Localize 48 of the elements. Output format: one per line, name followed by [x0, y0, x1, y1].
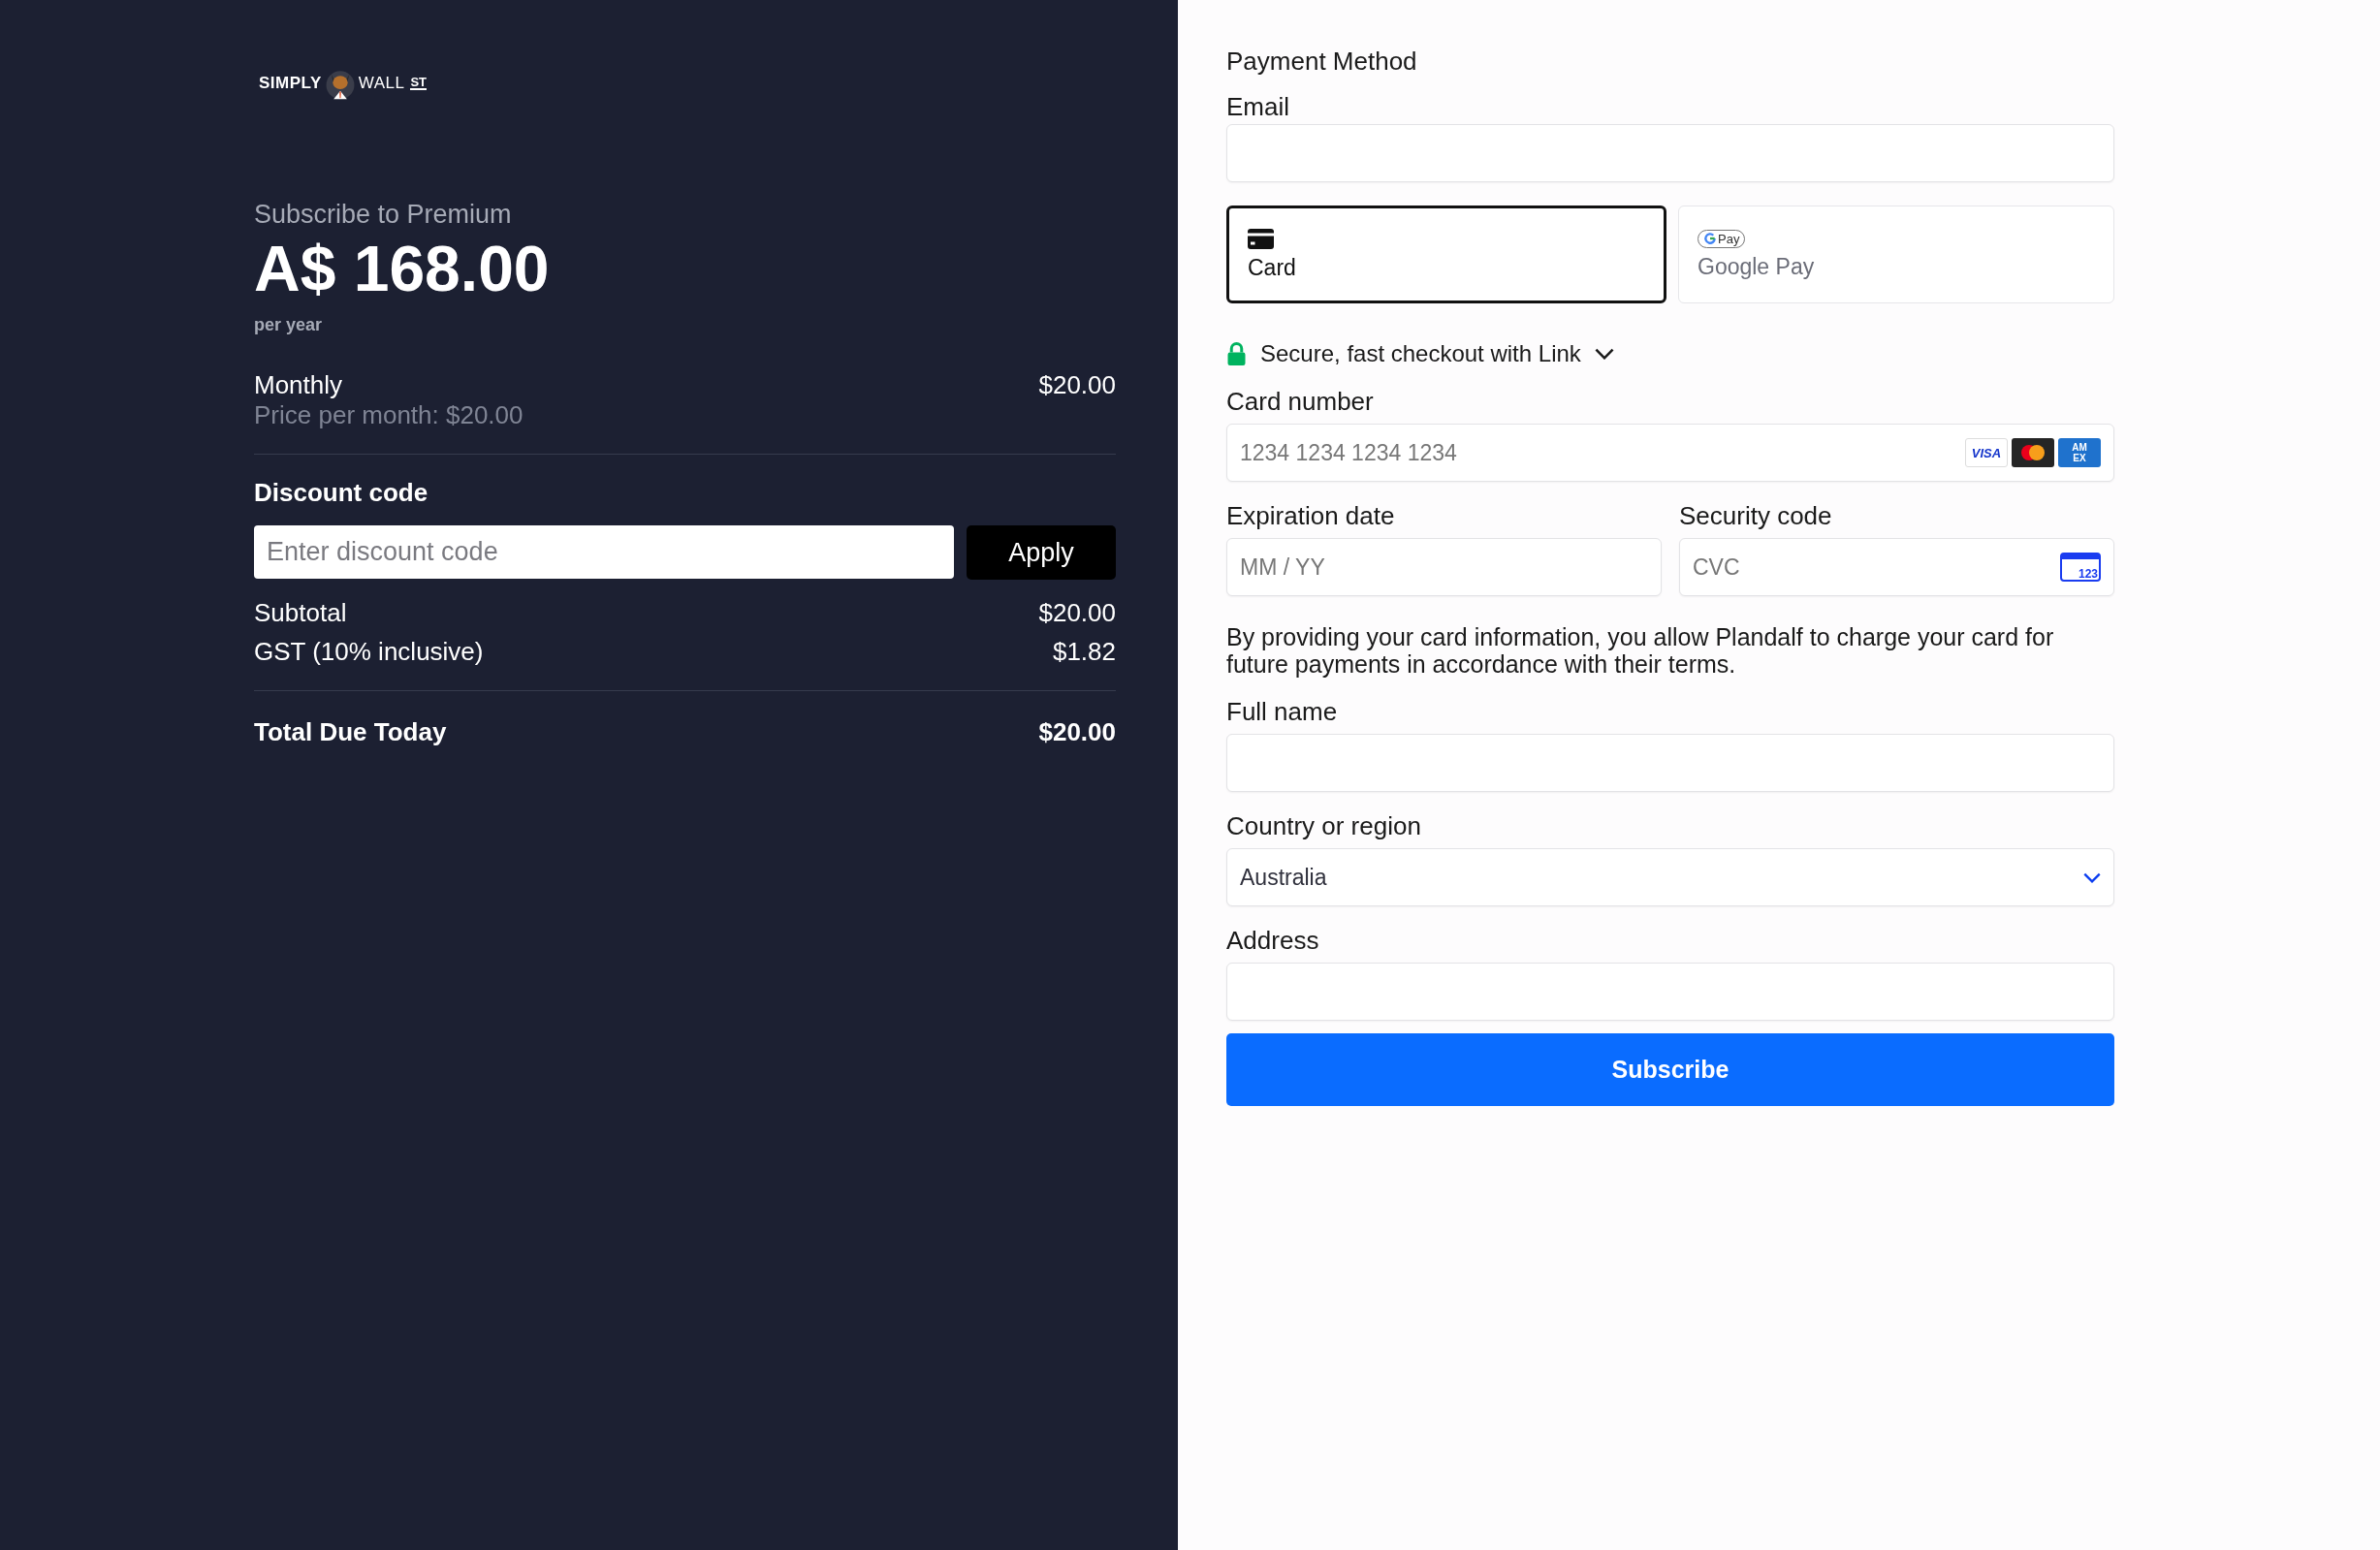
authorization-notice: By providing your card information, you allow Plandalf to charge your card for future payments in accordance with their terms.	[1226, 623, 2055, 678]
discount-code-field[interactable]: Enter discount code	[254, 525, 954, 579]
chevron-down-icon	[2083, 871, 2101, 883]
total-amount: $20.00	[1038, 716, 1116, 748]
brand-wordmark: WALL	[358, 74, 405, 93]
chevron-down-icon[interactable]	[1594, 348, 1614, 360]
field-label: Full name	[1226, 697, 1339, 727]
brand-wordmark: SIMPLY	[259, 74, 322, 93]
billing-period: per year	[254, 315, 324, 335]
payment-method-tab[interactable]: Card	[1226, 206, 1666, 303]
apply-button[interactable]: Apply	[967, 525, 1116, 580]
field-label: Card number	[1226, 387, 1375, 417]
field-label: Address	[1226, 926, 1320, 956]
security-code-input[interactable]: CVC	[1693, 539, 2060, 595]
field-label: Email	[1226, 92, 1290, 122]
plan-detail: Price per month: $20.00	[254, 400, 524, 430]
security-code-field[interactable]: CVC 123	[1679, 538, 2114, 596]
total-label: GST (10% inclusive)	[254, 636, 484, 668]
section-title: Payment Method	[1226, 47, 1418, 77]
total-label: Subtotal	[254, 597, 347, 629]
price: A$ 168.00	[254, 232, 551, 305]
card-number-input[interactable]: 1234 1234 1234 1234	[1240, 425, 1965, 481]
cvc-card-icon: 123	[2060, 553, 2101, 582]
plan-amount: $20.00	[1038, 370, 1116, 401]
link-checkout-text[interactable]: Secure, fast checkout with Link	[1260, 340, 1581, 367]
field-label: Country or region	[1226, 811, 1422, 841]
field-label: Security code	[1679, 501, 1833, 531]
card-number-field[interactable]: 1234 1234 1234 1234 VISA AM EX	[1226, 424, 2114, 482]
product-title: Subscribe to Premium	[254, 200, 513, 230]
visa-logo: VISA	[1965, 438, 2008, 467]
plan-name: Monthly	[254, 370, 344, 400]
email-field[interactable]	[1226, 124, 2114, 182]
address-field[interactable]	[1226, 963, 2114, 1021]
total-label: Total Due Today	[254, 716, 447, 748]
field-label: Expiration date	[1226, 501, 1396, 531]
brand-wordmark: ST	[410, 77, 428, 90]
total-amount: $20.00	[1038, 597, 1116, 629]
country-select[interactable]: Australia	[1226, 848, 2114, 906]
total-amount: $1.82	[1052, 636, 1116, 668]
full-name-field[interactable]	[1226, 734, 2114, 792]
payment-method-tab[interactable]: Pay Google Pay	[1678, 206, 2114, 303]
amex-logo: AM EX	[2058, 438, 2101, 467]
subscribe-button[interactable]: Subscribe	[1226, 1033, 2114, 1106]
expiration-date-field[interactable]: MM / YY	[1226, 538, 1662, 596]
mastercard-logo	[2012, 438, 2054, 467]
lock-icon	[1226, 342, 1247, 365]
discount-label: Discount code	[254, 478, 429, 508]
card-icon	[1248, 228, 1274, 249]
